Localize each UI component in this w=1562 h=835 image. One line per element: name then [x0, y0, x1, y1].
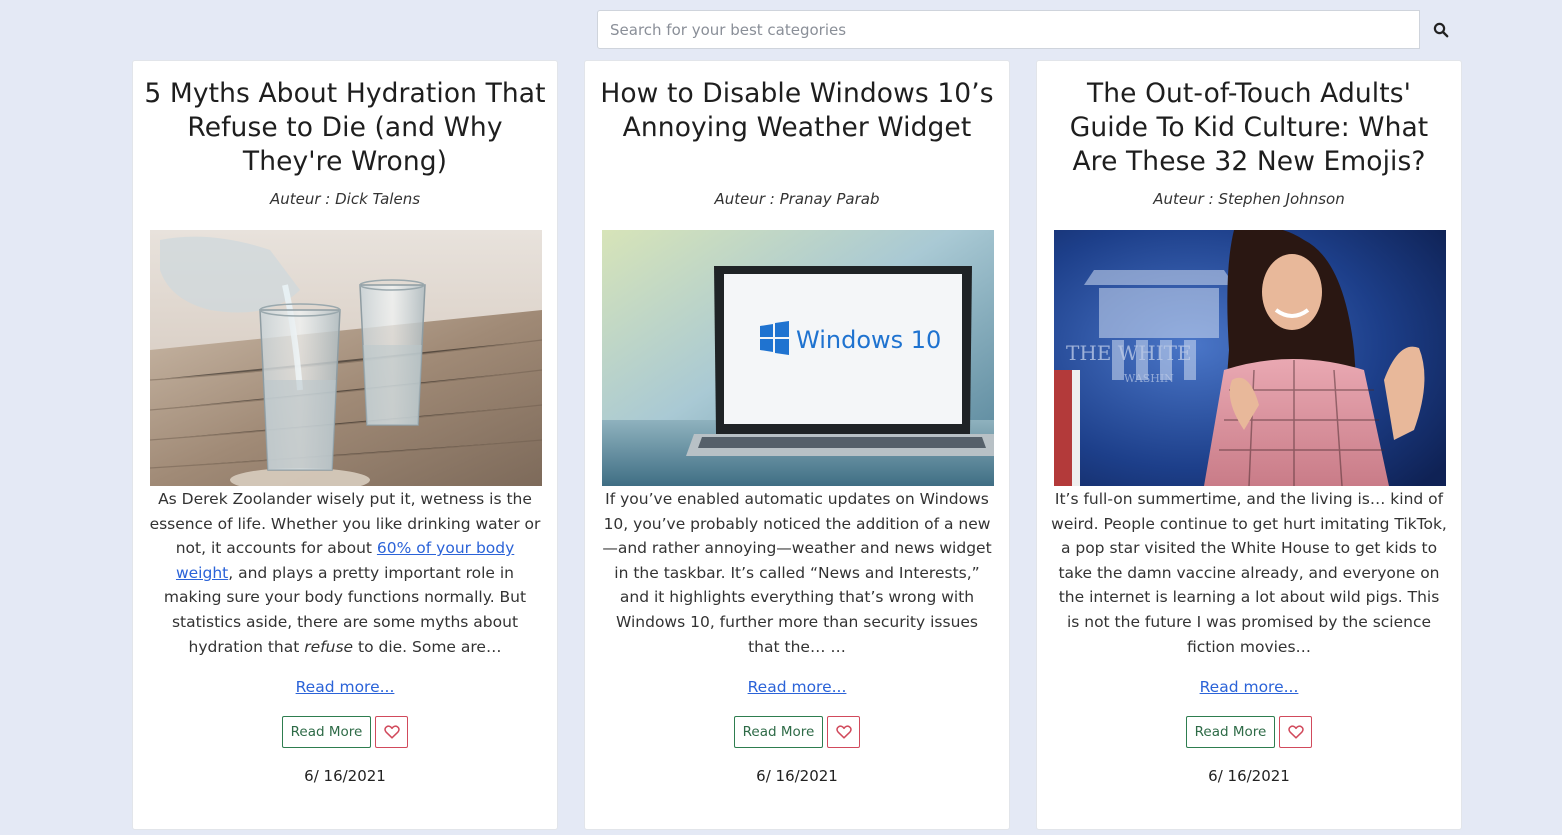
- article-title: The Out-of-Touch Adults' Guide To Kid Cu…: [1069, 78, 1429, 177]
- seal-text: WASHIN: [1124, 372, 1174, 385]
- article-date: 6/ 16/2021: [1208, 767, 1290, 785]
- heart-icon: [836, 725, 852, 739]
- article-card: How to Disable Windows 10’s Annoying Wea…: [584, 60, 1010, 830]
- card-actions: Read More: [1037, 716, 1461, 748]
- article-excerpt: It’s full-on summertime, and the living …: [1051, 490, 1447, 656]
- excerpt-text: to die. Some are…: [353, 637, 502, 656]
- search-input[interactable]: [597, 10, 1420, 49]
- read-more-link[interactable]: Read more...: [133, 678, 557, 696]
- read-more-link[interactable]: Read more...: [1037, 678, 1461, 696]
- article-author: Auteur : Stephen Johnson: [1153, 190, 1345, 208]
- seal-text: THE WHITE: [1066, 341, 1192, 365]
- heart-icon: [1288, 725, 1304, 739]
- read-more-link[interactable]: Read more...: [585, 678, 1009, 696]
- like-button[interactable]: [375, 716, 409, 748]
- article-excerpt: If you’ve enabled automatic updates on W…: [602, 490, 992, 656]
- article-author: Auteur : Dick Talens: [269, 190, 421, 208]
- article-excerpt: As Derek Zoolander wisely put it, wetnes…: [147, 487, 543, 659]
- article-date: 6/ 16/2021: [304, 767, 386, 785]
- read-more-button[interactable]: Read More: [281, 716, 372, 748]
- like-button[interactable]: [1279, 716, 1313, 748]
- article-title: How to Disable Windows 10’s Annoying Wea…: [600, 78, 994, 143]
- card-actions: Read More: [133, 716, 557, 748]
- water-glasses-image: [150, 230, 542, 486]
- read-more-button[interactable]: Read More: [733, 716, 824, 748]
- search-button[interactable]: [1420, 10, 1461, 49]
- windows-laptop-image: Windows 10: [602, 230, 994, 486]
- heart-icon: [384, 725, 400, 739]
- article-card: The Out-of-Touch Adults' Guide To Kid Cu…: [1036, 60, 1462, 830]
- windows-logo-text: Windows 10: [796, 326, 941, 354]
- search-icon: [1433, 22, 1448, 37]
- article-author: Auteur : Pranay Parab: [714, 190, 880, 208]
- article-date: 6/ 16/2021: [756, 767, 838, 785]
- read-more-button[interactable]: Read More: [1185, 716, 1276, 748]
- article-card: 5 Myths About Hydration That Refuse to D…: [132, 60, 558, 830]
- excerpt-emphasis: refuse: [304, 637, 354, 656]
- white-house-briefing-image: THE WHITE WASHIN: [1054, 230, 1446, 486]
- like-button[interactable]: [827, 716, 861, 748]
- article-grid: 5 Myths About Hydration That Refuse to D…: [132, 60, 1462, 835]
- search-bar: [597, 10, 1461, 49]
- card-actions: Read More: [585, 716, 1009, 748]
- article-title: 5 Myths About Hydration That Refuse to D…: [144, 78, 546, 177]
